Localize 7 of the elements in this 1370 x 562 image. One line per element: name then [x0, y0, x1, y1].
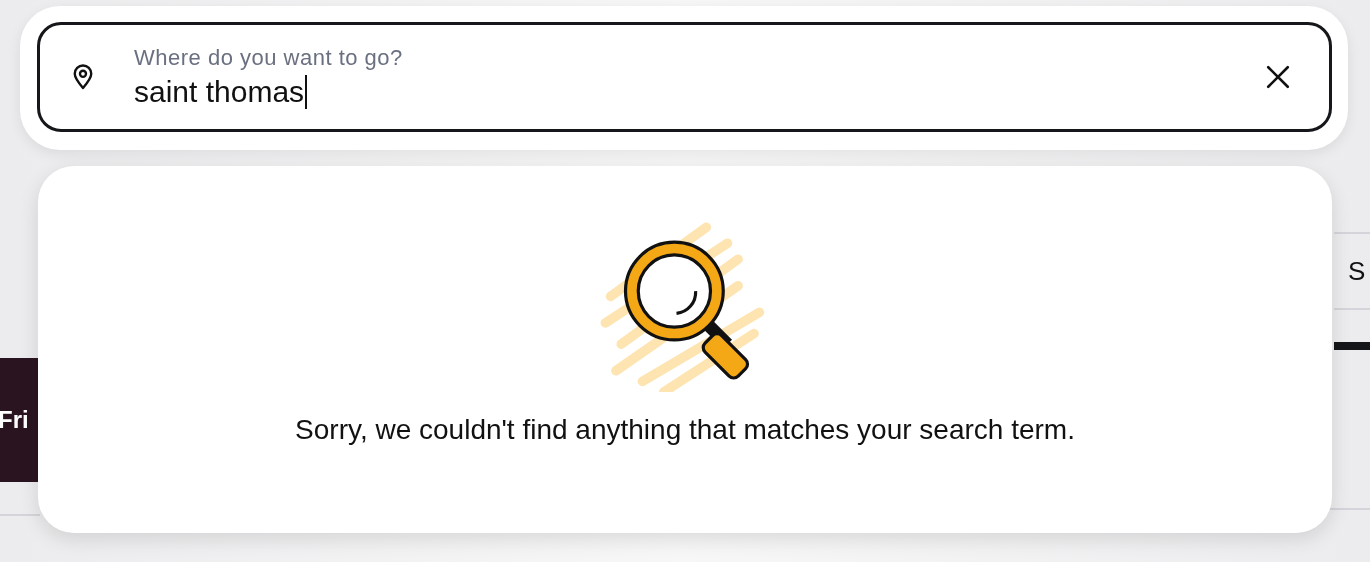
field-value: saint thomas	[134, 75, 1261, 109]
destination-field[interactable]: Where do you want to go? saint thomas	[37, 22, 1332, 132]
field-label: Where do you want to go?	[134, 45, 404, 71]
banner-text: Fri	[0, 406, 29, 434]
tab-label: S	[1348, 255, 1366, 287]
location-pin-icon	[72, 64, 94, 90]
no-results-message: Sorry, we couldn't find anything that matches your search term.	[295, 414, 1075, 446]
